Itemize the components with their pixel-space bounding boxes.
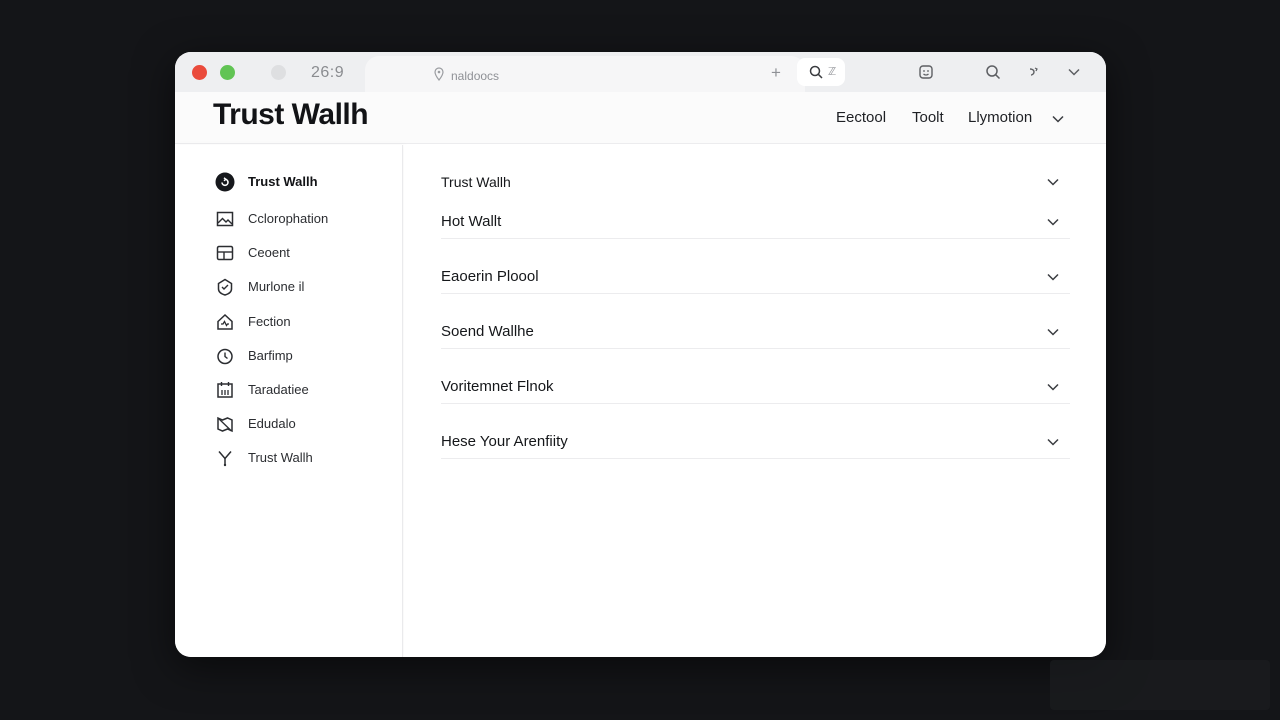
clock-icon — [217, 348, 233, 365]
accordion-row[interactable]: Voritemnet Flnok — [441, 372, 1070, 428]
accordion-row[interactable]: Eaoerin Ploool — [441, 262, 1070, 318]
accordion-row-label: Trust Wallh — [441, 174, 511, 190]
sidebar-item-label: Cclorophation — [248, 211, 329, 226]
sidebar-item-trust-wallh-2[interactable]: Trust Wallh — [215, 447, 395, 469]
address-tab[interactable]: naldoocs + — [365, 56, 805, 92]
accordion-row-label: Voritemnet Flnok — [441, 378, 554, 395]
sidebar-item-label: Fection — [248, 314, 291, 329]
sidebar-item-taradatiee[interactable]: Taradatiee — [215, 379, 395, 401]
accordion-row[interactable]: Soend Wallhe — [441, 317, 1070, 373]
main-content: Trust Wallh Hot Wallt Eaoerin Ploool Soe… — [404, 145, 1106, 657]
layout-icon — [216, 245, 234, 261]
row-divider — [441, 403, 1070, 404]
nav-item-eectool[interactable]: Eectool — [836, 109, 886, 126]
sidebar-item-label: Trust Wallh — [248, 450, 313, 465]
search-hint: ℤ — [828, 66, 837, 78]
row-divider — [441, 238, 1070, 239]
title-bar: 26:9 naldoocs + ℤ — [175, 52, 1106, 92]
home-pulse-icon — [217, 313, 233, 330]
sidebar-item-fection[interactable]: Fection — [215, 311, 395, 333]
map-icon — [217, 416, 233, 433]
row-divider — [441, 348, 1070, 349]
sidebar-item-ceoent[interactable]: Ceoent — [215, 242, 395, 264]
chevron-down-icon[interactable] — [1046, 435, 1060, 449]
sidebar-item-cclorophation[interactable]: Cclorophation — [215, 208, 395, 230]
tab-indicator[interactable] — [271, 65, 286, 80]
chevron-down-icon[interactable] — [1046, 175, 1060, 189]
accordion-row-label: Hese Your Arenfiity — [441, 433, 568, 450]
tab-counter: 26:9 — [311, 64, 345, 81]
emoji-icon[interactable] — [918, 64, 934, 80]
sidebar-item-label: Edudalo — [248, 416, 296, 431]
page-title: Trust Wallh — [213, 98, 369, 131]
background-artifact — [1050, 660, 1270, 710]
search-icon — [809, 65, 823, 79]
image-icon — [216, 211, 234, 227]
tab-search-button[interactable]: ℤ — [797, 58, 845, 86]
accordion-row-label: Soend Wallhe — [441, 323, 534, 340]
chevron-down-icon[interactable] — [1066, 64, 1082, 80]
accordion-row[interactable]: Hot Wallt — [441, 207, 1070, 263]
sidebar-item-murlone-il[interactable]: Murlone il — [215, 276, 395, 298]
shield-check-icon — [217, 278, 233, 296]
accordion-row-label: Hot Wallt — [441, 213, 502, 230]
row-divider — [441, 293, 1070, 294]
sidebar: Trust Wallh Cclorophation Ceoent Murlone… — [175, 145, 403, 657]
app-window: 26:9 naldoocs + ℤ Trust Wallh Eectool To… — [175, 52, 1106, 657]
accordion-row[interactable]: Trust Wallh — [441, 171, 1070, 201]
wallet-circle-icon — [215, 172, 235, 192]
calendar-icon — [217, 382, 233, 398]
sidebar-item-label: Murlone il — [248, 279, 305, 294]
nav-item-toolt[interactable]: Toolt — [912, 109, 944, 126]
app-header: Trust Wallh Eectool Toolt Llymotion — [175, 92, 1106, 144]
sidebar-item-label: Ceoent — [248, 245, 290, 260]
address-text: naldoocs — [451, 69, 500, 83]
sidebar-item-label: Taradatiee — [248, 382, 309, 397]
nav-item-llymotion[interactable]: Llymotion — [968, 109, 1032, 126]
sidebar-item-trust-wallh[interactable]: Trust Wallh — [215, 171, 395, 193]
fork-icon — [218, 451, 232, 467]
chevron-down-icon[interactable] — [1046, 380, 1060, 394]
location-pin-icon — [434, 67, 444, 81]
sidebar-item-label: Barfimp — [248, 348, 293, 363]
maximize-window-button[interactable] — [220, 65, 235, 80]
search-icon[interactable] — [985, 64, 1001, 80]
chevron-down-icon[interactable] — [1046, 270, 1060, 284]
new-tab-button[interactable]: + — [771, 63, 781, 83]
refresh-icon[interactable] — [1026, 64, 1042, 80]
close-window-button[interactable] — [192, 65, 207, 80]
accordion-row[interactable]: Hese Your Arenfiity — [441, 427, 1070, 483]
accordion-row-label: Eaoerin Ploool — [441, 268, 539, 285]
chevron-down-icon[interactable] — [1046, 325, 1060, 339]
sidebar-item-edudalo[interactable]: Edudalo — [215, 413, 395, 435]
row-divider — [441, 458, 1070, 459]
chevron-down-icon[interactable] — [1046, 215, 1060, 229]
chevron-down-icon[interactable] — [1051, 112, 1065, 126]
sidebar-item-label: Trust Wallh — [248, 174, 318, 189]
sidebar-item-barfimp[interactable]: Barfimp — [215, 345, 395, 367]
